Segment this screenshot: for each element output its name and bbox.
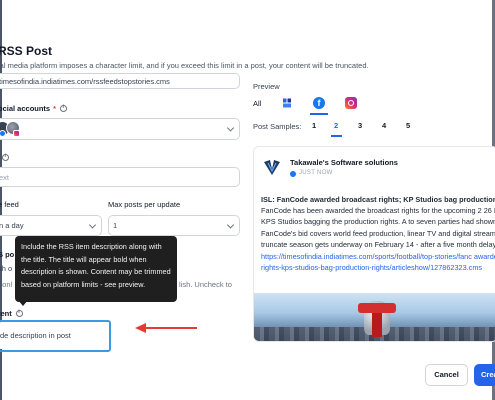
highlight-outline [0, 320, 111, 352]
create-button[interactable]: Crea [474, 364, 495, 386]
facebook-small-icon [290, 171, 296, 177]
info-icon[interactable] [60, 104, 68, 112]
instagram-icon[interactable] [345, 97, 357, 109]
post-link[interactable]: https://timesofindia.indiatimes.com/spor… [261, 251, 495, 273]
author-logo-icon [264, 160, 280, 175]
post-body: FanCode has been awarded the broadcast r… [261, 206, 495, 249]
modal-title: RSS Post [0, 44, 53, 58]
social-accounts-label: ocial accounts * [0, 104, 68, 113]
social-accounts-select[interactable] [0, 118, 240, 140]
tooltip-arrow [18, 300, 28, 306]
chevron-down-icon [226, 220, 235, 229]
feed-url-value: timesofindia.indiatimes.com/rssfeedstops… [0, 76, 170, 86]
buffer-icon[interactable] [282, 98, 292, 108]
rss-posts-label: S po [0, 250, 15, 259]
post-preview-card: Takawale's Software solutions JUST NOW I… [253, 146, 495, 342]
selected-accounts-avatars [0, 120, 28, 138]
description-tooltip: Include the RSS item description along w… [15, 236, 177, 302]
facebook-badge-icon [0, 130, 6, 137]
publish-option-label: sh o [0, 264, 13, 273]
feed-frequency-label: e feed [0, 200, 19, 209]
post-image [254, 293, 495, 341]
option-help-text-end: lish. Uncheck to [179, 280, 232, 289]
post-text: ISL: FanCode awarded broadcast rights; K… [261, 194, 495, 250]
active-platform-indicator [310, 113, 328, 115]
name-placeholder: ext [0, 172, 10, 182]
post-time: JUST NOW [299, 170, 333, 176]
option-help-text: , onl [0, 280, 13, 289]
post-author: Takawale's Software solutions [290, 158, 398, 167]
info-icon[interactable] [15, 309, 23, 317]
facebook-icon[interactable]: f [313, 97, 325, 109]
sample-tab-4[interactable]: 4 [382, 121, 386, 130]
annotation-arrow-icon [135, 323, 146, 333]
modal-subtitle: ial media platform imposes a character l… [0, 61, 369, 70]
name-input[interactable]: ext [0, 167, 240, 187]
sample-tab-5[interactable]: 5 [406, 121, 410, 130]
post-headline: ISL: FanCode awarded broadcast rights; K… [261, 195, 495, 204]
post-samples-label: Post Samples: [253, 122, 302, 131]
chevron-down-icon [88, 220, 97, 229]
sample-tab-3[interactable]: 3 [358, 121, 362, 130]
annotation-arrow-line [145, 327, 197, 329]
feed-frequency-value: n a day [0, 221, 24, 230]
max-posts-label: Max posts per update [108, 200, 181, 209]
content-label: tent [0, 309, 23, 318]
chevron-down-icon [226, 124, 235, 132]
feed-url-input[interactable]: timesofindia.indiatimes.com/rssfeedstops… [0, 73, 240, 89]
sample-tab-1[interactable]: 1 [312, 121, 316, 130]
platform-tab-all[interactable]: All [253, 99, 261, 108]
preview-label: Preview [253, 82, 280, 91]
max-posts-value: 1 [113, 221, 118, 230]
active-sample-indicator [331, 135, 342, 137]
info-icon[interactable] [2, 153, 9, 161]
feed-frequency-select[interactable]: n a day [0, 215, 102, 236]
sample-tab-2[interactable]: 2 [334, 121, 338, 130]
name-label [0, 153, 9, 162]
max-posts-select[interactable]: 1 [108, 215, 240, 236]
instagram-badge-icon [13, 130, 20, 137]
cancel-button[interactable]: Cancel [425, 364, 468, 386]
rss-post-modal: RSS Post ial media platform imposes a ch… [0, 0, 495, 400]
